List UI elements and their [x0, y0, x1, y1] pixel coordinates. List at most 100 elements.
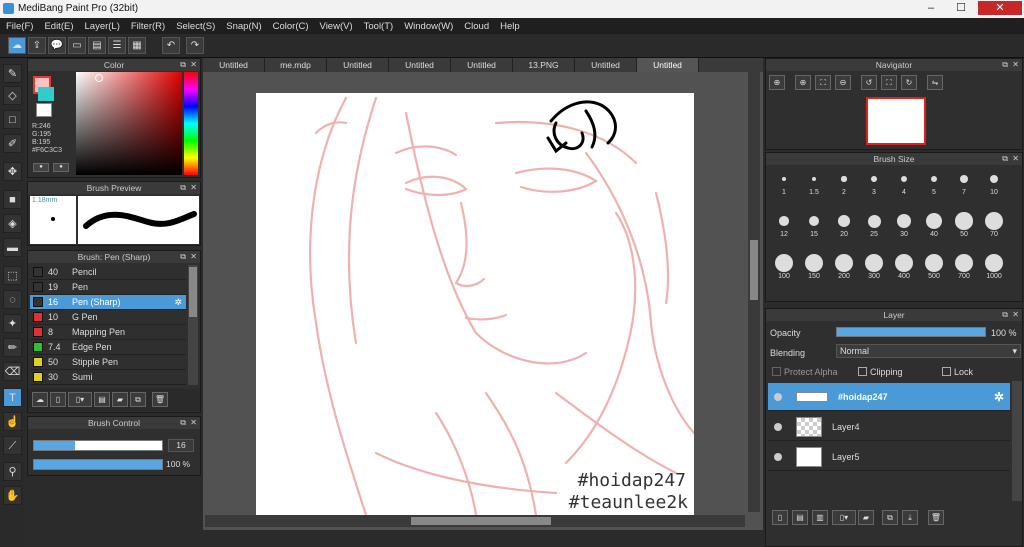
brush-size-option[interactable]: 500 [920, 253, 948, 280]
rotate-right-icon[interactable]: ↻ [901, 75, 917, 90]
divide-tool-icon[interactable]: ⟋ [3, 436, 22, 455]
brush-item[interactable]: 16 Pen (Sharp) ✲ [30, 295, 186, 310]
list-icon[interactable]: ☰ [108, 37, 126, 54]
menu-layer[interactable]: Layer(L) [85, 21, 120, 32]
maximize-button[interactable]: ☐ [948, 1, 974, 15]
duplicate-brush-icon[interactable]: ▤ [94, 392, 110, 407]
lasso-tool-icon[interactable]: ◌ [3, 290, 22, 309]
drawing-canvas[interactable]: #hoidap247 #teaunlee2k [256, 93, 694, 515]
undock-icon[interactable]: ⧉ [180, 182, 186, 194]
flip-icon[interactable]: ⇋ [927, 75, 943, 90]
menu-snap[interactable]: Snap(N) [226, 21, 261, 32]
layer-row[interactable]: Layer5 [768, 443, 1010, 471]
brush-size-option[interactable]: 100 [770, 253, 798, 280]
brush-size-option[interactable]: 400 [890, 253, 918, 280]
add-layer-menu-icon[interactable]: ▯▾ [832, 510, 856, 525]
delete-brush-icon[interactable]: 🗑 [152, 392, 168, 407]
tab-untitled-1[interactable]: Untitled [203, 58, 265, 72]
layer-row[interactable]: Layer4 [768, 413, 1010, 441]
close-panel-icon[interactable]: ✕ [190, 251, 197, 263]
menu-filter[interactable]: Filter(R) [131, 21, 165, 32]
grid-icon[interactable]: ▦ [128, 37, 146, 54]
close-panel-icon[interactable]: ✕ [1012, 153, 1019, 165]
fill-rect-tool-icon[interactable]: ■ [3, 190, 22, 209]
text-tool-icon[interactable]: T [3, 388, 22, 407]
dot-tool-icon[interactable]: ✐ [3, 134, 22, 153]
color-mode-button[interactable]: ● [33, 163, 49, 172]
export-icon[interactable]: ⇪ [28, 37, 46, 54]
close-panel-icon[interactable]: ✕ [190, 59, 197, 71]
rectangle-tool-icon[interactable]: □ [3, 110, 22, 129]
brush-opacity-slider[interactable] [33, 459, 163, 470]
eraser-tool-icon[interactable]: ◇ [3, 86, 22, 105]
brush-size-option[interactable]: 5 [920, 169, 948, 196]
undock-icon[interactable]: ⧉ [180, 417, 186, 429]
lock-checkbox[interactable] [942, 367, 951, 376]
tab-13-png[interactable]: 13.PNG [513, 58, 575, 72]
duplicate-layer-icon[interactable]: ⧉ [882, 510, 898, 525]
cloud-icon[interactable]: ☁ [8, 37, 26, 54]
scroll-thumb[interactable] [411, 517, 551, 525]
undock-icon[interactable]: ⧉ [180, 59, 186, 71]
zoom-in-icon[interactable]: ⊕ [795, 75, 811, 90]
brush-item[interactable]: 8 Mapping Pen [30, 325, 186, 340]
brush-size-option[interactable]: 150 [800, 253, 828, 280]
rotate-left-icon[interactable]: ↺ [861, 75, 877, 90]
gear-icon[interactable]: ✲ [994, 390, 1004, 404]
hue-slider[interactable] [184, 72, 198, 175]
brush-size-value[interactable]: 16 [168, 439, 194, 452]
brush-list-scrollbar[interactable] [188, 265, 198, 385]
brush-size-option[interactable]: 1.5 [800, 169, 828, 196]
brush-size-option[interactable]: 700 [950, 253, 978, 280]
undock-icon[interactable]: ⧉ [180, 251, 186, 263]
brush-size-option[interactable]: 2 [830, 169, 858, 196]
brush-item[interactable]: 10 G Pen [30, 310, 186, 325]
brush-size-option[interactable]: 4 [890, 169, 918, 196]
zoom-actual-icon[interactable]: ⛶ [815, 75, 831, 90]
scroll-thumb[interactable] [750, 240, 758, 300]
operation-tool-icon[interactable]: ☝ [3, 412, 22, 431]
canvas-vertical-scrollbar[interactable] [748, 72, 760, 512]
tab-untitled-2[interactable]: Untitled [327, 58, 389, 72]
brush-item[interactable]: 30 Sumi [30, 370, 186, 385]
layer-opacity-slider[interactable] [836, 327, 986, 337]
brush-size-option[interactable]: 50 [950, 211, 978, 238]
brush-size-option[interactable]: 200 [830, 253, 858, 280]
secondary-color-swatch[interactable] [38, 87, 54, 101]
menu-view[interactable]: View(V) [320, 21, 353, 32]
clipping-checkbox[interactable] [858, 367, 867, 376]
canvas-horizontal-scrollbar[interactable] [205, 515, 745, 527]
brush-size-option[interactable]: 70 [980, 211, 1008, 238]
merge-layer-icon[interactable]: ⤓ [902, 510, 918, 525]
layer-row[interactable]: #hoidap247 ✲ [768, 383, 1010, 411]
brush-size-option[interactable]: 7 [950, 169, 978, 196]
menu-window[interactable]: Window(W) [404, 21, 453, 32]
close-panel-icon[interactable]: ✕ [1012, 309, 1019, 321]
brush-size-slider[interactable] [33, 440, 163, 451]
brush-size-option[interactable]: 300 [860, 253, 888, 280]
color-swap-button[interactable]: ● [53, 163, 69, 172]
hand-tool-icon[interactable]: ✋ [3, 486, 22, 505]
copy-icon[interactable]: ⧉ [130, 392, 146, 407]
scroll-thumb[interactable] [189, 267, 197, 317]
navigator-thumbnail[interactable] [866, 97, 926, 145]
brush-size-option[interactable]: 15 [800, 211, 828, 238]
close-panel-icon[interactable]: ✕ [190, 182, 197, 194]
visibility-eye-icon[interactable] [774, 452, 782, 461]
chat-icon[interactable]: ▭ [68, 37, 86, 54]
undock-icon[interactable]: ⧉ [1002, 309, 1008, 321]
fit-window-icon[interactable]: ⛶ [881, 75, 897, 90]
menu-edit[interactable]: Edit(E) [44, 21, 73, 32]
eyedropper-tool-icon[interactable]: ⚲ [3, 462, 22, 481]
new-halftone-layer-icon[interactable]: ▤ [792, 510, 808, 525]
menu-cloud[interactable]: Cloud [464, 21, 489, 32]
saturation-value-picker[interactable] [76, 72, 182, 175]
move-tool-icon[interactable]: ✥ [3, 162, 22, 181]
new-layer-icon[interactable]: ▯ [772, 510, 788, 525]
bucket-tool-icon[interactable]: ◈ [3, 214, 22, 233]
sv-picker-handle[interactable] [95, 74, 103, 82]
brush-size-option[interactable]: 30 [890, 211, 918, 238]
cloud-brush-icon[interactable]: ☁ [32, 392, 48, 407]
close-button[interactable]: ✕ [978, 1, 1022, 15]
brush-size-option[interactable]: 1000 [980, 253, 1008, 280]
